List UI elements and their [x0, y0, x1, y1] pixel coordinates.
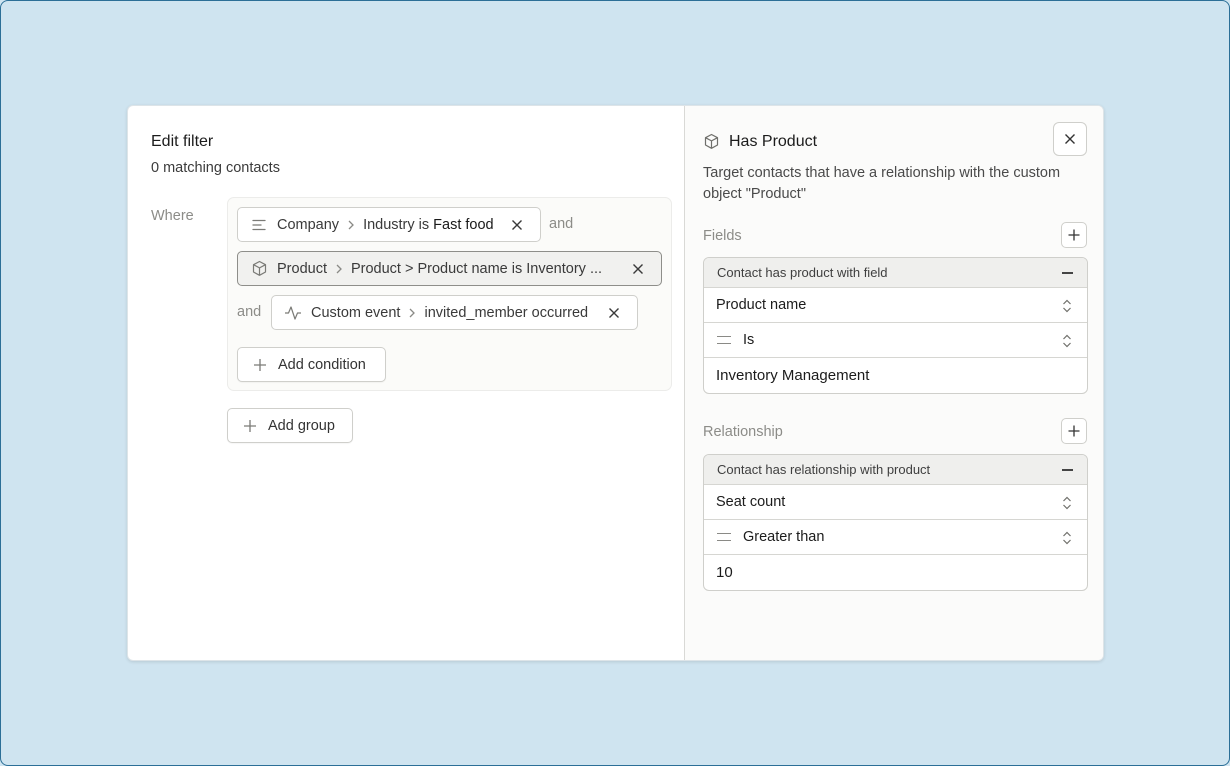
- add-field-button[interactable]: [1061, 222, 1087, 248]
- add-condition-label: Add condition: [278, 356, 366, 373]
- text-lines-icon: [250, 216, 268, 234]
- relationship-card-header: Contact has relationship with product: [704, 455, 1087, 485]
- operator-select-value: Is: [743, 332, 755, 348]
- close-button[interactable]: [1053, 122, 1087, 156]
- equals-icon: [717, 336, 731, 344]
- condition-text: invited_member occurred: [424, 304, 589, 321]
- remove-condition-icon[interactable]: [605, 304, 623, 322]
- plus-icon: [252, 357, 268, 373]
- field-select[interactable]: Product name: [704, 288, 1087, 323]
- value-input-text: Inventory Management: [716, 367, 870, 384]
- add-group-button[interactable]: Add group: [227, 408, 353, 443]
- chevron-right-icon: [408, 307, 416, 319]
- detail-description: Target contacts that have a relationship…: [703, 165, 1061, 202]
- collapse-icon[interactable]: [1062, 469, 1073, 471]
- plus-icon: [1067, 228, 1081, 242]
- detail-title: Has Product: [729, 133, 818, 150]
- condition-value: Fast food: [433, 216, 494, 233]
- condition-chip-company[interactable]: Company Industry is Fast food: [237, 207, 541, 242]
- chevron-up-down-icon: [1061, 333, 1073, 349]
- fields-card-title: Contact has product with field: [717, 265, 888, 280]
- filter-builder-panel: Edit filter 0 matching contacts Where Co…: [128, 106, 685, 660]
- detail-header: Has Product: [703, 133, 817, 151]
- condition-group: Company Industry is Fast food and Produc…: [227, 197, 672, 391]
- field-select-value: Product name: [716, 297, 807, 313]
- add-group-label: Add group: [268, 417, 335, 434]
- relationship-operator-value: Greater than: [743, 529, 825, 545]
- fields-label: Fields: [703, 228, 742, 244]
- condition-source: Custom event: [311, 304, 401, 321]
- remove-condition-icon[interactable]: [629, 260, 647, 278]
- fields-card: Contact has product with field Product n…: [703, 257, 1088, 394]
- conjunction-label: and: [237, 304, 262, 320]
- relationship-field-value: Seat count: [716, 494, 786, 510]
- chevron-right-icon: [335, 263, 343, 275]
- condition-text: Product > Product name is Inventory ...: [350, 260, 603, 277]
- chevron-up-down-icon: [1061, 298, 1073, 314]
- add-condition-button[interactable]: Add condition: [237, 347, 386, 382]
- relationship-value-text: 10: [716, 564, 733, 581]
- relationship-card-title: Contact has relationship with product: [717, 462, 931, 477]
- relationship-field-select[interactable]: Seat count: [704, 485, 1087, 520]
- condition-detail-panel: Has Product Target contacts that have a …: [685, 106, 1103, 660]
- chevron-up-down-icon: [1061, 530, 1073, 546]
- edit-filter-dialog: Edit filter 0 matching contacts Where Co…: [127, 105, 1104, 661]
- condition-source: Product: [277, 260, 327, 277]
- collapse-icon[interactable]: [1062, 272, 1073, 274]
- remove-condition-icon[interactable]: [508, 216, 526, 234]
- relationship-card: Contact has relationship with product Se…: [703, 454, 1088, 591]
- close-icon: [1064, 133, 1076, 145]
- plus-icon: [1067, 424, 1081, 438]
- matching-contacts-count: 0 matching contacts: [151, 160, 280, 176]
- plus-icon: [242, 418, 258, 434]
- add-relationship-button[interactable]: [1061, 418, 1087, 444]
- cube-icon: [703, 133, 721, 151]
- relationship-value-input[interactable]: 10: [704, 555, 1087, 590]
- cube-icon: [250, 260, 268, 278]
- conjunction-label: and: [549, 216, 574, 232]
- value-input[interactable]: Inventory Management: [704, 358, 1087, 393]
- operator-select[interactable]: Is: [704, 323, 1087, 358]
- condition-chip-custom-event[interactable]: Custom event invited_member occurred: [271, 295, 638, 330]
- chevron-up-down-icon: [1061, 495, 1073, 511]
- condition-field: Industry is: [363, 216, 430, 233]
- page-title: Edit filter: [151, 133, 214, 150]
- condition-chip-product[interactable]: Product Product > Product name is Invent…: [237, 251, 662, 286]
- fields-card-header: Contact has product with field: [704, 258, 1087, 288]
- activity-icon: [284, 304, 302, 322]
- relationship-operator-select[interactable]: Greater than: [704, 520, 1087, 555]
- where-label: Where: [151, 208, 194, 224]
- condition-source: Company: [277, 216, 340, 233]
- equals-icon: [717, 533, 731, 541]
- relationship-label: Relationship: [703, 424, 783, 440]
- chevron-right-icon: [347, 219, 355, 231]
